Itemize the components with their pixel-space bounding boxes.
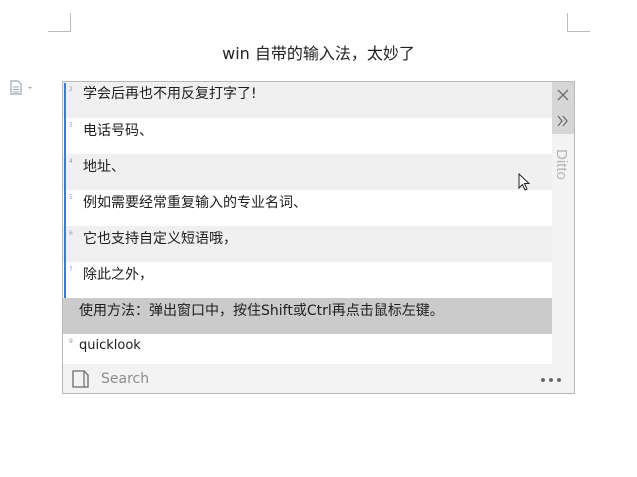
item-number: 9: [69, 338, 73, 345]
item-text: 使用方法：弹出窗口中，按住Shift或Ctrl再点击鼠标左键。: [79, 303, 444, 319]
mouse-cursor-icon: [518, 173, 531, 191]
item-number: 3: [69, 122, 73, 129]
list-item-selected[interactable]: 使用方法：弹出窗口中，按住Shift或Ctrl再点击鼠标左键。: [63, 298, 552, 334]
item-text: 学会后再也不用反复打字了!: [83, 86, 257, 102]
double-chevron-right-icon: [557, 115, 568, 127]
item-number: 7: [69, 266, 73, 273]
side-panel: Ditto: [552, 82, 574, 364]
item-text: 除此之外，: [83, 267, 153, 283]
list-item[interactable]: 3 电话号码、: [63, 118, 552, 154]
list-item[interactable]: 9 quicklook: [63, 334, 552, 364]
item-text: 它也支持自定义短语哦，: [83, 231, 237, 247]
document-title: win 自带的输入法，太妙了: [222, 44, 415, 63]
document-icon[interactable]: [9, 79, 37, 97]
page-corner-mark-left: [48, 13, 71, 32]
item-text: 例如需要经常重复输入的专业名词、: [83, 195, 307, 211]
item-text: 地址、: [83, 159, 125, 175]
page-corner-mark-right: [567, 13, 590, 32]
item-number: 5: [69, 194, 73, 201]
svg-text:Ditto: Ditto: [553, 149, 570, 180]
list-item[interactable]: 4 地址、: [63, 154, 552, 190]
clipboard-list: 2 学会后再也不用反复打字了! 3 电话号码、 4 地址、 5 例如需要经常重复…: [63, 82, 552, 364]
close-icon: [557, 89, 569, 101]
list-item[interactable]: 7 除此之外，: [63, 262, 552, 298]
ditto-popup: 2 学会后再也不用反复打字了! 3 电话号码、 4 地址、 5 例如需要经常重复…: [62, 81, 575, 394]
item-text: 电话号码、: [83, 123, 153, 139]
list-item[interactable]: 6 它也支持自定义短语哦，: [63, 226, 552, 262]
item-number: 4: [69, 158, 73, 165]
close-button[interactable]: [552, 82, 574, 109]
item-text: quicklook: [79, 338, 141, 353]
more-options-icon[interactable]: [540, 377, 562, 383]
item-number: 2: [69, 86, 73, 93]
expand-button[interactable]: [552, 109, 574, 134]
search-input[interactable]: Search: [101, 371, 149, 387]
accent-bar: [64, 83, 66, 298]
app-label: Ditto: [552, 147, 574, 227]
list-item[interactable]: 2 学会后再也不用反复打字了!: [63, 82, 552, 118]
list-item[interactable]: 5 例如需要经常重复输入的专业名词、: [63, 190, 552, 226]
item-number: 6: [69, 230, 73, 237]
note-icon[interactable]: [71, 369, 91, 389]
search-bar: Search: [63, 364, 574, 393]
